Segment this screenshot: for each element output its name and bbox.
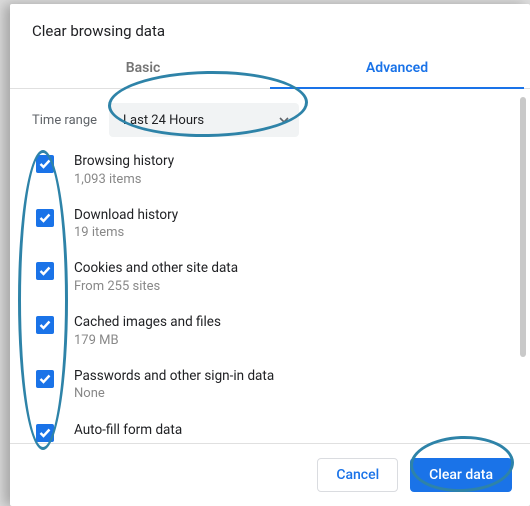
item-title: Download history — [74, 207, 178, 225]
time-range-select[interactable]: Last 24 Hours — [109, 103, 299, 137]
dialog-footer: Cancel Clear data — [10, 443, 530, 506]
item-sub: 1,093 items — [74, 171, 174, 189]
checkbox-cookies[interactable] — [36, 262, 54, 280]
item-sub: None — [74, 385, 274, 403]
clear-data-button[interactable]: Clear data — [410, 458, 512, 492]
list-item: Cookies and other site data From 255 sit… — [36, 260, 514, 296]
list-item: Download history 19 items — [36, 207, 514, 243]
checkbox-cached[interactable] — [36, 316, 54, 334]
dialog-title: Clear browsing data — [10, 22, 530, 50]
tab-bar: Basic Advanced — [10, 50, 530, 89]
item-sub: 179 MB — [74, 332, 221, 350]
list-item: Cached images and files 179 MB — [36, 314, 514, 350]
item-title: Auto-fill form data — [74, 422, 182, 438]
chevron-down-icon — [279, 117, 289, 123]
dialog-body: Time range Last 24 Hours Browsing histor… — [10, 89, 530, 443]
time-range-value: Last 24 Hours — [123, 113, 204, 128]
item-title: Passwords and other sign-in data — [74, 368, 274, 386]
list-item: Auto-fill form data — [36, 422, 514, 442]
checkbox-download-history[interactable] — [36, 209, 54, 227]
list-item: Browsing history 1,093 items — [36, 153, 514, 189]
checkbox-passwords[interactable] — [36, 370, 54, 388]
item-sub: From 255 sites — [74, 278, 238, 296]
item-sub: 19 items — [74, 224, 178, 242]
tab-advanced[interactable]: Advanced — [270, 50, 524, 88]
time-range-label: Time range — [32, 113, 97, 128]
cancel-button[interactable]: Cancel — [317, 458, 398, 492]
item-title: Browsing history — [74, 153, 174, 171]
tab-basic[interactable]: Basic — [16, 50, 270, 88]
time-range-row: Time range Last 24 Hours — [32, 103, 514, 137]
clear-browsing-data-dialog: Clear browsing data Basic Advanced Time … — [10, 4, 530, 506]
list-item: Passwords and other sign-in data None — [36, 368, 514, 404]
item-title: Cookies and other site data — [74, 260, 238, 278]
item-title: Cached images and files — [74, 314, 221, 332]
checkbox-autofill[interactable] — [36, 424, 54, 442]
scrollbar[interactable] — [520, 97, 526, 357]
checkbox-list: Browsing history 1,093 items Download hi… — [32, 153, 514, 442]
checkbox-browsing-history[interactable] — [36, 155, 54, 173]
